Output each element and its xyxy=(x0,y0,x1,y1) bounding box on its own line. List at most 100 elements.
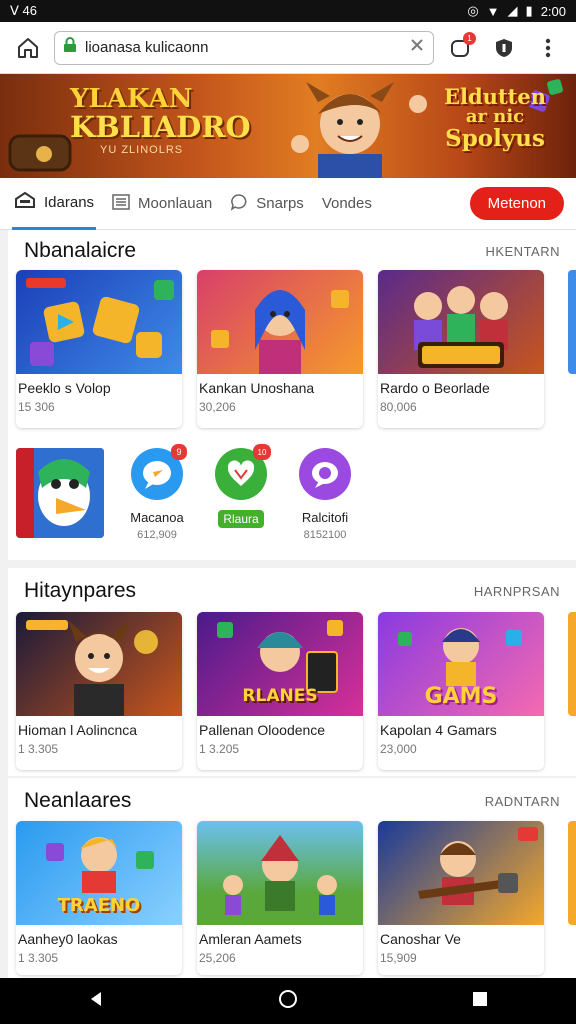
heart-app-icon: 10 xyxy=(215,444,271,500)
game-count: 25,206 xyxy=(199,951,236,965)
section-3-title: Neanlaares xyxy=(24,789,132,812)
tab-0[interactable]: Idarans xyxy=(12,178,97,230)
shield-icon[interactable] xyxy=(486,30,522,66)
game-thumbnail-text: GAMS xyxy=(424,684,498,709)
banner-right-line3: Spolyus xyxy=(445,124,545,152)
game-thumbnail: RLANES xyxy=(197,612,363,716)
recents-icon[interactable] xyxy=(471,990,489,1013)
section-2-header: Hitaynpares HARNPRSAN xyxy=(8,568,576,614)
game-card[interactable]: Amleran Aamets 25,206 xyxy=(197,821,363,975)
game-title: Aanhey0 laokas xyxy=(18,931,118,947)
section-2-cards: Hioman l Aolincnca 1 3.305 RLANES Pallen… xyxy=(16,612,544,770)
game-thumbnail-art xyxy=(26,278,174,366)
app-icon-row: 9 Macanoa 612,909 10 Rlaura Ralcitofi 81… xyxy=(16,444,356,541)
game-count: 23,000 xyxy=(380,742,417,756)
tab-1[interactable]: Moonlauan xyxy=(110,178,214,230)
url-bar[interactable]: lioanasa kulicaonn xyxy=(54,30,434,65)
tab-1-label: Moonlauan xyxy=(138,195,213,212)
status-left-text: ᐯ 46 xyxy=(10,3,37,18)
notification-badge: 1 xyxy=(463,31,476,45)
close-icon[interactable] xyxy=(409,37,425,58)
game-count: 30,206 xyxy=(199,400,236,414)
tab-3-label: Vondes xyxy=(321,195,372,212)
section-1-cards: Peeklo s Volop 15 306 Kankan Unoshana 30… xyxy=(16,270,544,428)
game-card[interactable]: Rardo o Beorlade 80,006 xyxy=(378,270,544,428)
tabs-icon[interactable]: 1 xyxy=(442,30,478,66)
featured-app-icon[interactable] xyxy=(16,448,104,538)
game-title: Amleran Aamets xyxy=(199,931,302,947)
game-count: 80,006 xyxy=(380,400,417,414)
game-card[interactable]: RLANES Pallenan Oloodence 1 3.205 xyxy=(197,612,363,770)
signal-icon: ◢ xyxy=(507,3,518,18)
game-count: 1 3.205 xyxy=(199,742,240,756)
section-1-title: Nbanalaicre xyxy=(24,239,137,262)
section-2-link[interactable]: HARNPRSAN xyxy=(474,584,560,599)
game-title: Canoshar Ve xyxy=(380,931,461,947)
section-3-link[interactable]: RADNTARN xyxy=(485,794,560,809)
app-name: Macanoa xyxy=(130,510,184,525)
card-peek xyxy=(568,821,576,925)
alarm-icon: ◎ xyxy=(467,3,479,18)
tab-2[interactable]: Snarps xyxy=(228,178,306,230)
home-circle-icon[interactable] xyxy=(278,989,298,1014)
tab-2-label: Snarps xyxy=(256,195,304,212)
chat-bubble-app-icon xyxy=(299,448,351,500)
banner-right-line1: Eldutten xyxy=(444,84,546,109)
more-vert-icon[interactable] xyxy=(530,30,566,66)
game-card[interactable]: Peeklo s Volop 15 306 xyxy=(16,270,182,428)
game-card[interactable]: Hioman l Aolincnca 1 3.305 xyxy=(16,612,182,770)
card-peek xyxy=(568,270,576,374)
promo-banner[interactable]: YLAKAN KBLIADRO YU ZLINOLRS Eldutten ar … xyxy=(0,74,576,178)
game-thumbnail xyxy=(16,612,182,716)
game-title: Kapolan 4 Gamars xyxy=(380,722,497,738)
list-icon xyxy=(112,193,130,215)
section-2-title: Hitaynpares xyxy=(24,579,137,602)
chat-bubble-icon xyxy=(230,193,248,215)
app-item[interactable]: Ralcitofi 8152100 xyxy=(294,448,356,541)
section-3-header: Neanlaares RADNTARN xyxy=(8,778,576,824)
banner-subtitle: YU ZLINOLRS xyxy=(100,144,184,156)
penguin-icon xyxy=(16,448,104,538)
status-bar: ᐯ 46 ◎ ▼ ◢ ▮ 2:00 xyxy=(0,0,576,22)
inbox-icon xyxy=(14,191,36,213)
app-item[interactable]: 10 Rlaura xyxy=(210,444,272,528)
app-count: 8152100 xyxy=(303,529,347,541)
game-thumbnail xyxy=(16,270,182,374)
game-thumbnail-art xyxy=(414,286,508,368)
browser-toolbar: lioanasa kulicaonn 1 xyxy=(0,22,576,74)
game-card[interactable]: Canoshar Ve 15,909 xyxy=(378,821,544,975)
tab-3[interactable]: Vondes xyxy=(320,178,374,230)
home-icon[interactable] xyxy=(10,30,46,66)
wifi-icon: ▼ xyxy=(486,3,500,19)
banner-title-line2: KBLIADRO xyxy=(70,110,251,144)
game-thumbnail-text: RLANES xyxy=(242,686,318,706)
battery-icon: ▮ xyxy=(525,3,533,18)
game-thumbnail xyxy=(197,270,363,374)
tab-cta-button[interactable]: Metenon xyxy=(469,187,564,220)
game-thumbnail-art xyxy=(223,835,337,915)
game-thumbnail: TRAENO xyxy=(16,821,182,925)
section-1-link[interactable]: HKENTARN xyxy=(485,244,560,259)
game-count: 15,909 xyxy=(380,951,417,965)
game-card[interactable]: GAMS Kapolan 4 Gamars 23,000 xyxy=(378,612,544,770)
app-count: 612,909 xyxy=(137,529,177,541)
app-badge: 9 xyxy=(171,444,187,460)
game-thumbnail-art xyxy=(418,827,538,905)
game-title: Hioman l Aolincnca xyxy=(18,722,138,738)
status-time: 2:00 xyxy=(540,3,566,19)
game-thumbnail xyxy=(197,821,363,925)
card-peek xyxy=(568,612,576,716)
game-card[interactable]: TRAENO Aanhey0 laokas 1 3.305 xyxy=(16,821,182,975)
app-name: Rlaura xyxy=(218,510,264,528)
app-name: Ralcitofi xyxy=(301,510,349,525)
back-icon[interactable] xyxy=(87,990,105,1013)
game-count: 1 3.305 xyxy=(18,742,59,756)
tab-0-label: Idarans xyxy=(44,193,95,211)
lock-icon xyxy=(63,37,77,58)
game-card[interactable]: Kankan Unoshana 30,206 xyxy=(197,270,363,428)
app-item[interactable]: 9 Macanoa 612,909 xyxy=(126,444,188,541)
game-title: Rardo o Beorlade xyxy=(380,380,490,396)
url-text[interactable]: lioanasa kulicaonn xyxy=(85,39,401,56)
game-count: 15 306 xyxy=(18,400,55,414)
game-thumbnail-art xyxy=(211,290,349,374)
